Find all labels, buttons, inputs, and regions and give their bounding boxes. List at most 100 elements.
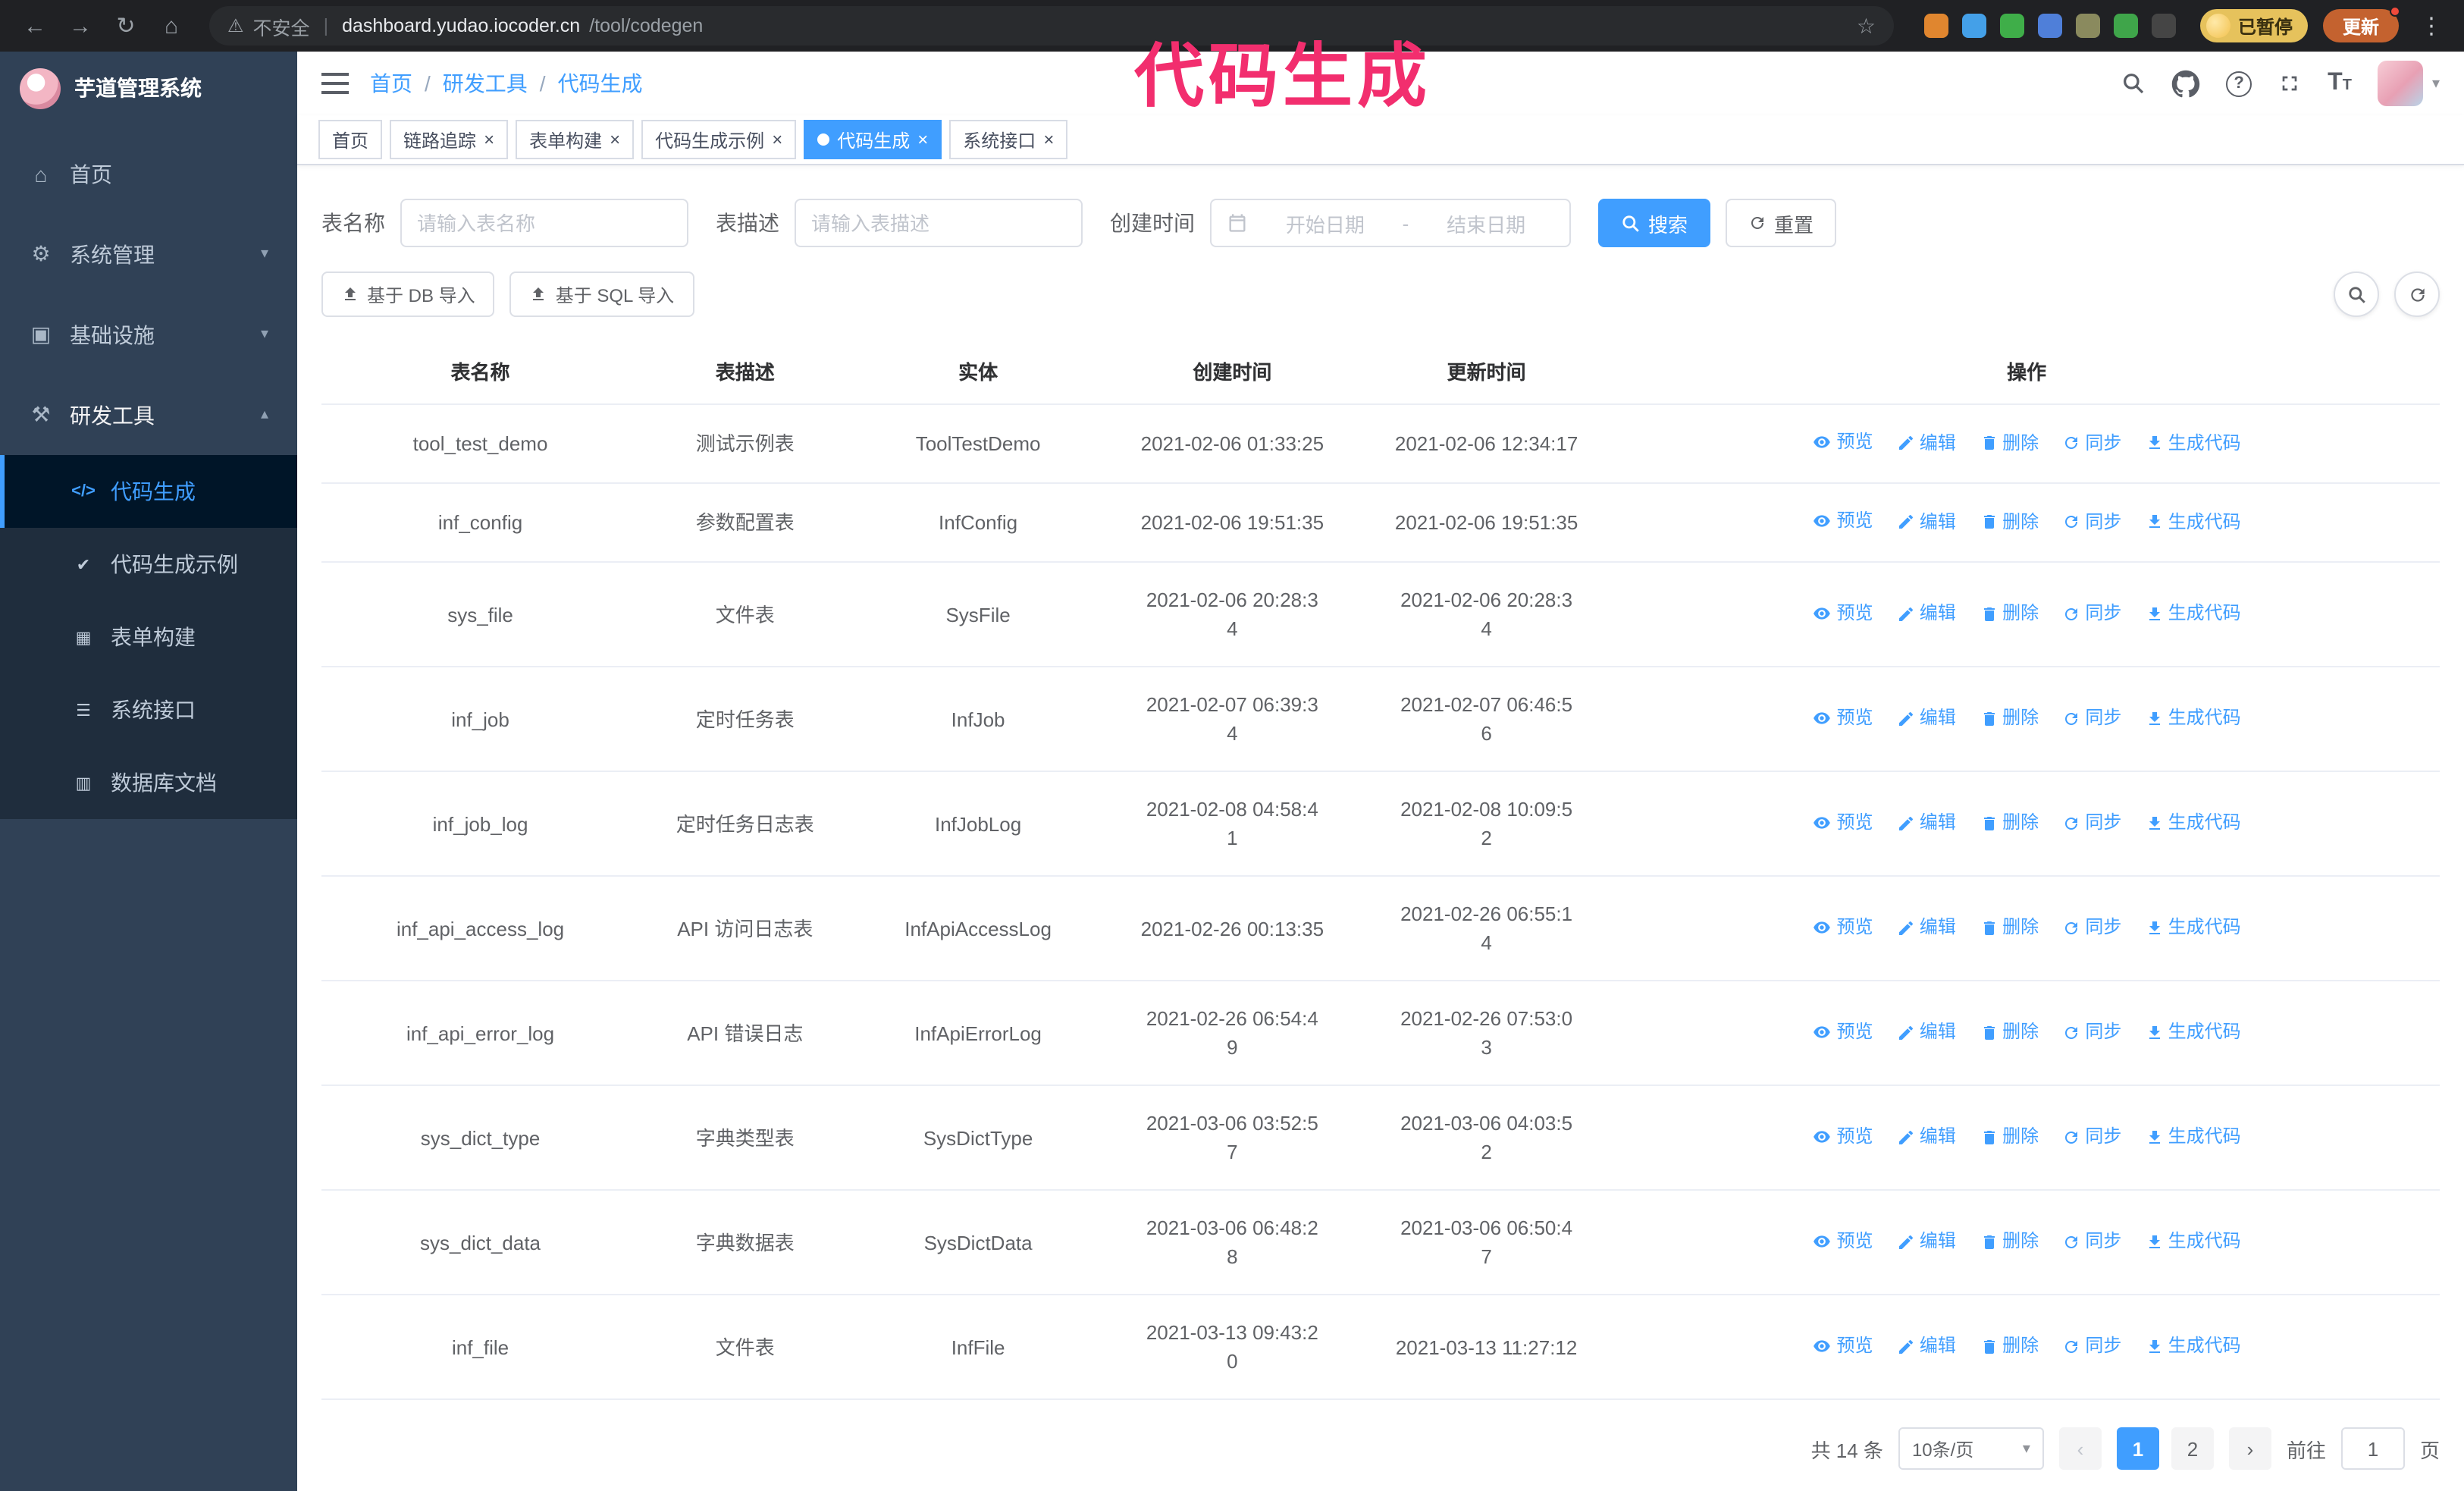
preview-link[interactable]: 预览 [1813, 808, 1873, 837]
table-desc-input[interactable] [795, 199, 1083, 247]
generate-code-link[interactable]: 生成代码 [2146, 1332, 2241, 1361]
edit-link[interactable]: 编辑 [1897, 808, 1956, 837]
sidebar-subitem[interactable]: ✔ 代码生成示例 [0, 528, 297, 601]
delete-link[interactable]: 删除 [1980, 428, 2039, 457]
edit-link[interactable]: 编辑 [1897, 1332, 1956, 1361]
tab-close-icon[interactable]: × [1043, 130, 1054, 149]
tab-close-icon[interactable]: × [772, 130, 782, 149]
sidebar-subitem[interactable]: </> 代码生成 [0, 455, 297, 528]
edit-link[interactable]: 编辑 [1897, 1227, 1956, 1256]
import-sql-button[interactable]: 基于 SQL 导入 [509, 272, 694, 317]
tab[interactable]: 代码生成示例 × [641, 120, 797, 160]
breadcrumb-item[interactable]: 代码生成 [558, 68, 643, 99]
delete-link[interactable]: 删除 [1980, 704, 2039, 733]
next-page-button[interactable]: › [2228, 1427, 2271, 1470]
sync-link[interactable]: 同步 [2062, 599, 2121, 628]
sidebar-collapse-button[interactable] [321, 73, 349, 95]
sync-link[interactable]: 同步 [2062, 1227, 2121, 1256]
tab-close-icon[interactable]: × [484, 130, 494, 149]
breadcrumb-item[interactable]: 研发工具 / [443, 68, 546, 99]
tab[interactable]: 代码生成 × [804, 120, 942, 160]
bookmark-star-icon[interactable]: ☆ [1857, 13, 1876, 39]
app-logo[interactable]: 芋道管理系统 [0, 52, 297, 124]
user-menu[interactable]: ▾ [2377, 61, 2440, 107]
delete-link[interactable]: 删除 [1980, 1122, 2039, 1151]
sidebar-item[interactable]: ⌂ 首页 [0, 133, 297, 214]
goto-page-input[interactable] [2340, 1427, 2405, 1470]
sidebar-item[interactable]: ⚒ 研发工具 ▴ [0, 375, 297, 455]
generate-code-link[interactable]: 生成代码 [2146, 913, 2241, 942]
sync-link[interactable]: 同步 [2062, 507, 2121, 536]
table-name-input[interactable] [400, 199, 688, 247]
sync-link[interactable]: 同步 [2062, 704, 2121, 733]
preview-link[interactable]: 预览 [1813, 598, 1873, 627]
generate-code-link[interactable]: 生成代码 [2146, 1122, 2241, 1151]
generate-code-link[interactable]: 生成代码 [2146, 704, 2241, 733]
preview-link[interactable]: 预览 [1813, 1122, 1873, 1150]
generate-code-link[interactable]: 生成代码 [2146, 1018, 2241, 1047]
preview-link[interactable]: 预览 [1813, 912, 1873, 941]
sidebar-subitem[interactable]: ▦ 表单构建 [0, 601, 297, 673]
extension-icon[interactable] [2037, 14, 2062, 38]
generate-code-link[interactable]: 生成代码 [2146, 808, 2241, 837]
fullscreen-icon[interactable] [2277, 71, 2302, 96]
sync-link[interactable]: 同步 [2062, 1332, 2121, 1361]
edit-link[interactable]: 编辑 [1897, 507, 1956, 536]
preview-link[interactable]: 预览 [1813, 1226, 1873, 1255]
extension-icon[interactable] [2151, 14, 2176, 38]
extension-icon[interactable] [1999, 14, 2024, 38]
address-bar[interactable]: ⚠ 不安全 | dashboard.yudao.iocoder.cn/tool/… [209, 6, 1894, 46]
delete-link[interactable]: 删除 [1980, 1332, 2039, 1361]
edit-link[interactable]: 编辑 [1897, 1122, 1956, 1151]
extension-icon[interactable] [2075, 14, 2100, 38]
sync-link[interactable]: 同步 [2062, 1122, 2121, 1151]
paused-badge[interactable]: 已暂停 [2199, 9, 2308, 42]
page-size-select[interactable]: 10条/页 ▾ [1898, 1427, 2044, 1470]
browser-update-button[interactable]: 更新 [2322, 6, 2400, 42]
tab[interactable]: 表单构建 × [516, 120, 635, 160]
generate-code-link[interactable]: 生成代码 [2146, 1227, 2241, 1256]
page-number-button[interactable]: 2 [2171, 1427, 2214, 1470]
browser-home-button[interactable]: ⌂ [152, 6, 191, 46]
preview-link[interactable]: 预览 [1813, 703, 1873, 732]
preview-link[interactable]: 预览 [1813, 1331, 1873, 1360]
search-button[interactable]: 搜索 [1598, 199, 1711, 247]
sync-link[interactable]: 同步 [2062, 913, 2121, 942]
delete-link[interactable]: 删除 [1980, 1227, 2039, 1256]
tab[interactable]: 链路追踪 × [390, 120, 509, 160]
help-icon[interactable]: ? [2226, 71, 2252, 97]
import-db-button[interactable]: 基于 DB 导入 [321, 272, 495, 317]
sidebar-subitem[interactable]: ☰ 系统接口 [0, 673, 297, 746]
extension-icon[interactable] [1923, 14, 1948, 38]
delete-link[interactable]: 删除 [1980, 808, 2039, 837]
extension-icon[interactable] [1961, 14, 1986, 38]
delete-link[interactable]: 删除 [1980, 599, 2039, 628]
font-size-icon[interactable]: TT [2328, 70, 2352, 97]
tab[interactable]: 系统接口 × [949, 120, 1068, 160]
preview-link[interactable]: 预览 [1813, 1017, 1873, 1046]
edit-link[interactable]: 编辑 [1897, 428, 1956, 457]
sync-link[interactable]: 同步 [2062, 808, 2121, 837]
browser-menu-icon[interactable]: ⋮ [2414, 12, 2449, 39]
github-icon[interactable] [2171, 69, 2200, 98]
extension-icon[interactable] [2113, 14, 2138, 38]
edit-link[interactable]: 编辑 [1897, 1018, 1956, 1047]
page-number-button[interactable]: 1 [2116, 1427, 2159, 1470]
breadcrumb-item[interactable]: 首页 / [370, 68, 431, 99]
browser-reload-button[interactable]: ↻ [106, 6, 146, 46]
tab[interactable]: 首页 [318, 120, 383, 160]
date-range-picker[interactable]: 开始日期 - 结束日期 [1210, 199, 1571, 247]
browser-back-button[interactable]: ← [15, 6, 55, 46]
edit-link[interactable]: 编辑 [1897, 913, 1956, 942]
tab-close-icon[interactable]: × [610, 130, 620, 149]
sidebar-subitem[interactable]: ▥ 数据库文档 [0, 746, 297, 819]
search-icon[interactable] [2121, 71, 2146, 96]
reset-button[interactable]: 重置 [1726, 199, 1837, 247]
toggle-search-button[interactable] [2334, 272, 2379, 317]
delete-link[interactable]: 删除 [1980, 1018, 2039, 1047]
generate-code-link[interactable]: 生成代码 [2146, 599, 2241, 628]
sync-link[interactable]: 同步 [2062, 428, 2121, 457]
delete-link[interactable]: 删除 [1980, 507, 2039, 536]
generate-code-link[interactable]: 生成代码 [2146, 507, 2241, 536]
edit-link[interactable]: 编辑 [1897, 704, 1956, 733]
